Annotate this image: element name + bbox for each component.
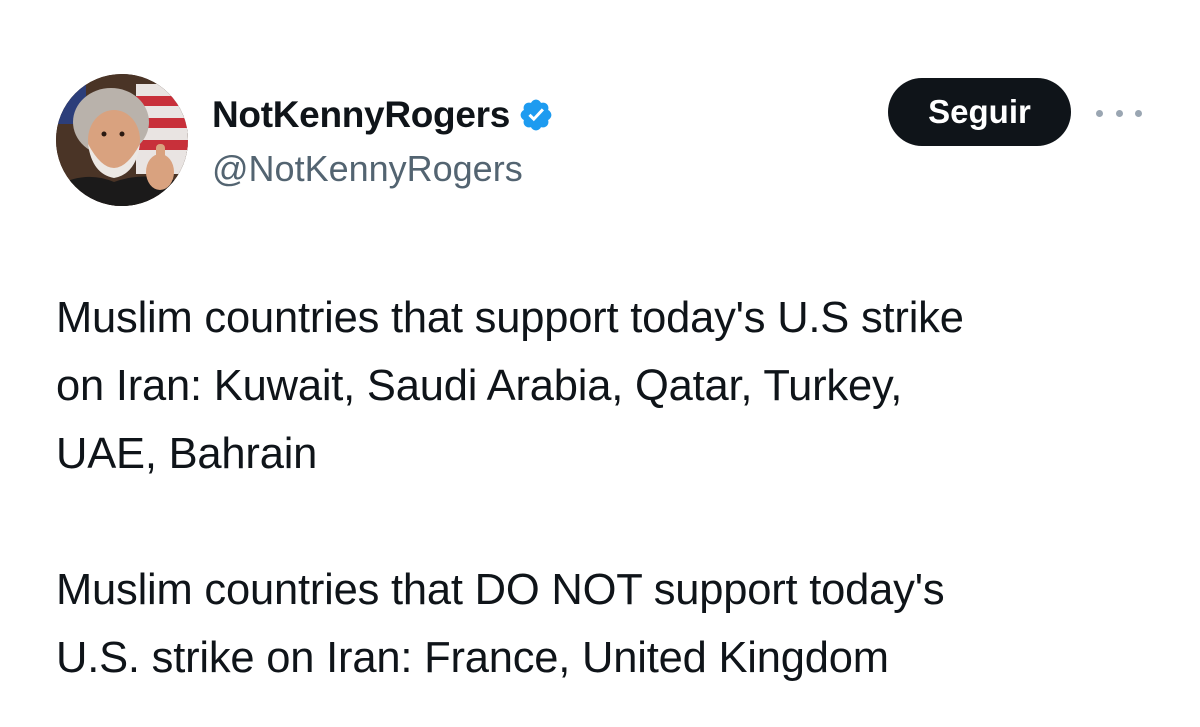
more-dot	[1135, 109, 1142, 117]
avatar-image	[56, 74, 188, 206]
more-options-icon[interactable]	[1096, 100, 1142, 126]
author-display-name[interactable]: NotKennyRogers	[212, 94, 510, 136]
author-handle[interactable]: @NotKennyRogers	[212, 148, 523, 190]
author-name-row: NotKennyRogers	[212, 90, 554, 140]
tweet-paragraph: Muslim countries that DO NOT support tod…	[56, 566, 945, 682]
tweet-card: NotKennyRogers @NotKennyRogers Seguir Mu…	[0, 0, 1200, 727]
author-avatar[interactable]	[56, 74, 188, 206]
more-dot	[1115, 109, 1123, 117]
tweet-body: Muslim countries that support today's U.…	[56, 284, 1166, 692]
tweet-paragraph: Muslim countries that support today's U.…	[56, 294, 964, 478]
follow-button[interactable]: Seguir	[888, 78, 1071, 146]
verified-badge-icon	[518, 97, 554, 133]
more-dot	[1096, 109, 1103, 117]
